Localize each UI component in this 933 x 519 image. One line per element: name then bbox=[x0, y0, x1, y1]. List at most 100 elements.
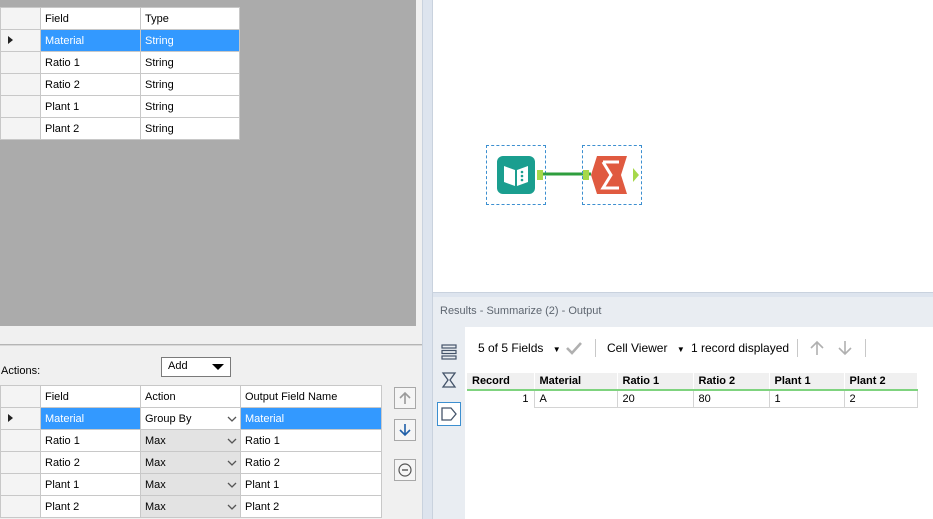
toolbar-separator bbox=[797, 339, 798, 357]
column-header-output[interactable]: Output Field Name bbox=[240, 385, 382, 408]
output-name-cell[interactable]: Ratio 2 bbox=[240, 451, 382, 474]
row-selector[interactable] bbox=[0, 451, 41, 474]
summarize-tool[interactable] bbox=[582, 145, 642, 205]
row-selector[interactable] bbox=[0, 29, 41, 52]
chevron-down-icon bbox=[227, 416, 237, 422]
output-name-cell[interactable]: Plant 1 bbox=[240, 473, 382, 496]
column-header-record[interactable]: Record bbox=[467, 373, 535, 391]
caret-down-icon bbox=[212, 364, 224, 370]
field-cell[interactable]: Ratio 1 bbox=[40, 51, 141, 74]
list-view-icon bbox=[441, 344, 457, 360]
fields-selector[interactable]: 5 of 5 Fields ▼ bbox=[478, 341, 561, 355]
row-header bbox=[0, 7, 41, 30]
summarize-tool-icon bbox=[583, 156, 639, 194]
table-row[interactable]: Ratio 1 String bbox=[0, 51, 240, 74]
fields-label: 5 of 5 Fields bbox=[478, 341, 544, 355]
vertical-splitter[interactable] bbox=[422, 0, 433, 519]
type-cell[interactable]: String bbox=[140, 117, 240, 140]
column-header-action[interactable]: Action bbox=[140, 385, 241, 408]
column-header-type[interactable]: Type bbox=[140, 7, 240, 30]
type-cell[interactable]: String bbox=[140, 51, 240, 74]
row-selector[interactable] bbox=[0, 117, 41, 140]
toolbar-separator bbox=[595, 339, 596, 357]
summary-view-button[interactable] bbox=[438, 369, 460, 391]
ratio2-cell[interactable]: 80 bbox=[692, 389, 770, 408]
table-row[interactable]: 1 A 20 80 1 2 bbox=[467, 389, 918, 408]
plant1-cell[interactable]: 1 bbox=[768, 389, 845, 408]
toolbar-separator bbox=[865, 339, 866, 357]
list-view-button[interactable] bbox=[438, 341, 460, 363]
table-row[interactable]: Plant 1 Max Plant 1 bbox=[0, 473, 382, 496]
arrow-up-icon[interactable] bbox=[809, 339, 825, 357]
column-header-field[interactable]: Field bbox=[40, 385, 141, 408]
arrow-down-icon[interactable] bbox=[837, 339, 853, 357]
remove-button[interactable] bbox=[394, 459, 416, 481]
field-cell[interactable]: Plant 1 bbox=[40, 95, 141, 118]
row-header bbox=[0, 385, 41, 408]
action-select[interactable]: Max bbox=[140, 473, 241, 496]
row-selector[interactable] bbox=[0, 51, 41, 74]
cell-viewer-dropdown[interactable]: Cell Viewer ▼ bbox=[607, 341, 685, 355]
action-select[interactable]: Max bbox=[140, 451, 241, 474]
column-header-material[interactable]: Material bbox=[534, 373, 618, 391]
column-header-ratio2[interactable]: Ratio 2 bbox=[693, 373, 770, 391]
row-selector[interactable] bbox=[0, 495, 41, 518]
field-cell[interactable]: Ratio 1 bbox=[40, 429, 141, 452]
move-down-icon bbox=[399, 424, 411, 437]
type-cell[interactable]: String bbox=[140, 73, 240, 96]
table-row[interactable]: Plant 1 String bbox=[0, 95, 240, 118]
action-value: Group By bbox=[145, 412, 192, 425]
column-header-ratio1[interactable]: Ratio 1 bbox=[617, 373, 694, 391]
action-value: Max bbox=[145, 456, 166, 469]
row-selector[interactable] bbox=[0, 73, 41, 96]
row-selector[interactable] bbox=[0, 473, 41, 496]
output-name-cell[interactable]: Plant 2 bbox=[240, 495, 382, 518]
check-icon[interactable] bbox=[565, 341, 583, 355]
panel-divider[interactable] bbox=[0, 344, 422, 346]
row-selector[interactable] bbox=[0, 95, 41, 118]
action-select[interactable]: Max bbox=[140, 429, 241, 452]
move-up-button[interactable] bbox=[394, 387, 416, 409]
data-view-button[interactable] bbox=[437, 402, 461, 426]
type-cell[interactable]: String bbox=[140, 29, 240, 52]
table-row[interactable]: Ratio 2 Max Ratio 2 bbox=[0, 451, 382, 474]
action-value: Max bbox=[145, 500, 166, 513]
column-header-plant1[interactable]: Plant 1 bbox=[769, 373, 845, 391]
table-row[interactable]: Plant 2 Max Plant 2 bbox=[0, 495, 382, 518]
action-value: Max bbox=[145, 434, 166, 447]
table-row[interactable]: Ratio 2 String bbox=[0, 73, 240, 96]
type-cell[interactable]: String bbox=[140, 95, 240, 118]
field-cell[interactable]: Ratio 2 bbox=[40, 73, 141, 96]
move-down-button[interactable] bbox=[394, 419, 416, 441]
field-cell[interactable]: Plant 1 bbox=[40, 473, 141, 496]
row-selector[interactable] bbox=[0, 429, 41, 452]
table-row[interactable]: Plant 2 String bbox=[0, 117, 240, 140]
output-name-cell[interactable]: Material bbox=[240, 407, 382, 430]
action-select[interactable]: Group By bbox=[140, 407, 241, 430]
row-selector[interactable] bbox=[0, 407, 41, 430]
action-select[interactable]: Max bbox=[140, 495, 241, 518]
table-row[interactable]: Ratio 1 Max Ratio 1 bbox=[0, 429, 382, 452]
field-cell[interactable]: Plant 2 bbox=[40, 495, 141, 518]
output-name-cell[interactable]: Ratio 1 bbox=[240, 429, 382, 452]
cell-viewer-label: Cell Viewer bbox=[607, 341, 668, 355]
workflow-canvas[interactable] bbox=[433, 0, 933, 292]
ratio1-cell[interactable]: 20 bbox=[616, 389, 694, 408]
field-cell[interactable]: Material bbox=[40, 29, 141, 52]
field-cell[interactable]: Material bbox=[40, 407, 141, 430]
results-toolbar: 5 of 5 Fields ▼ Cell Viewer ▼ 1 record d… bbox=[465, 335, 933, 361]
table-row[interactable]: Material Group By Material bbox=[0, 407, 382, 430]
table-row[interactable]: Material String bbox=[0, 29, 240, 52]
field-cell[interactable]: Ratio 2 bbox=[40, 451, 141, 474]
material-cell[interactable]: A bbox=[533, 389, 618, 408]
results-table: Record Material Ratio 1 Ratio 2 Plant 1 … bbox=[467, 373, 918, 408]
column-header-plant2[interactable]: Plant 2 bbox=[844, 373, 918, 391]
add-dropdown[interactable]: Add bbox=[161, 357, 231, 377]
input-data-tool[interactable] bbox=[486, 145, 546, 205]
field-cell[interactable]: Plant 2 bbox=[40, 117, 141, 140]
current-row-icon bbox=[8, 413, 13, 422]
plant2-cell[interactable]: 2 bbox=[843, 389, 918, 408]
results-sidebar bbox=[433, 327, 465, 519]
column-header-field[interactable]: Field bbox=[40, 7, 141, 30]
records-displayed: 1 record displayed bbox=[691, 341, 790, 355]
